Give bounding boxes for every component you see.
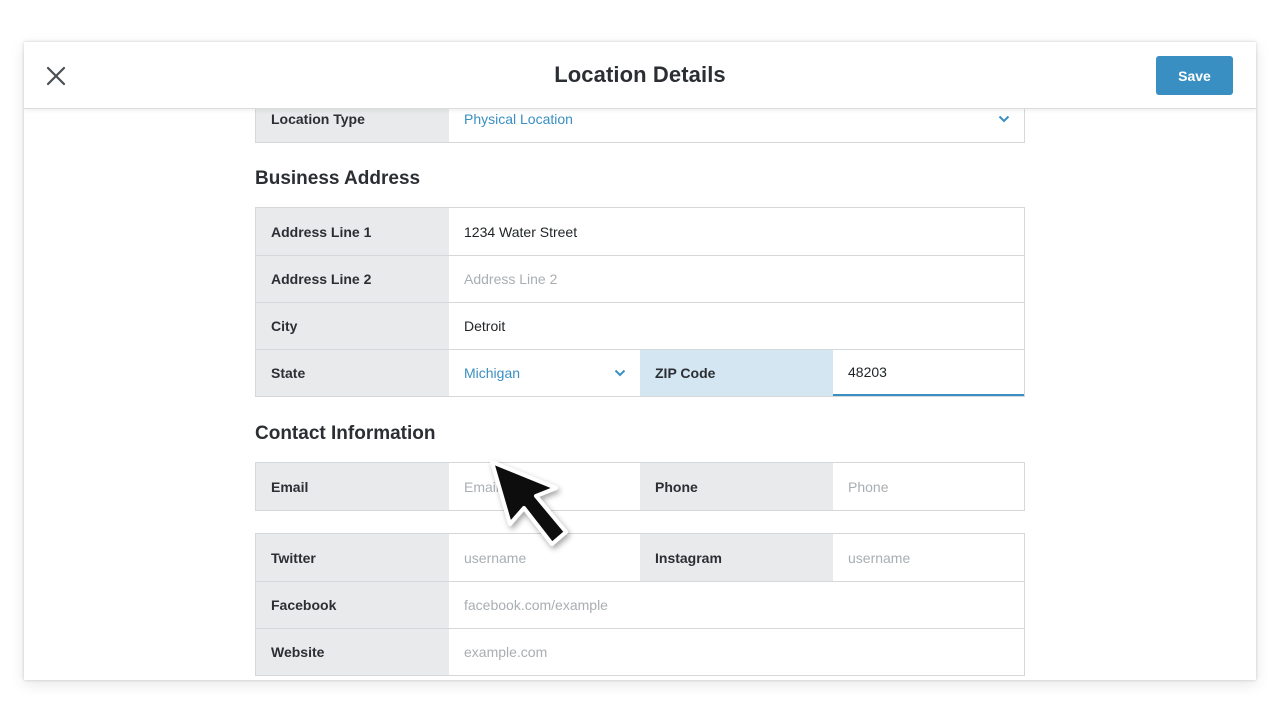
phone-label: Phone — [640, 463, 833, 510]
website-row: Website example.com — [256, 628, 1024, 675]
location-type-value: Physical Location — [464, 110, 573, 127]
website-input[interactable]: example.com — [449, 629, 1024, 675]
address-line1-row: Address Line 1 1234 Water Street — [256, 208, 1024, 255]
email-input[interactable]: Email — [449, 463, 640, 510]
chevron-down-icon — [998, 115, 1010, 122]
business-address-group: Address Line 1 1234 Water Street Address… — [255, 207, 1025, 397]
facebook-row: Facebook facebook.com/example — [256, 581, 1024, 628]
dialog-header: Location Details Save — [24, 42, 1256, 109]
state-value: Michigan — [464, 365, 521, 381]
state-label: State — [256, 350, 449, 396]
city-input[interactable]: Detroit — [449, 303, 1024, 349]
state-zip-row: State Michigan ZIP Code 48203 — [256, 349, 1024, 396]
address-line1-input[interactable]: 1234 Water Street — [449, 208, 1024, 255]
city-row: City Detroit — [256, 302, 1024, 349]
address-line2-label: Address Line 2 — [256, 256, 449, 302]
chevron-down-icon — [614, 369, 626, 377]
instagram-label: Instagram — [640, 534, 833, 581]
zip-label: ZIP Code — [640, 350, 833, 396]
twitter-label: Twitter — [256, 534, 449, 581]
address-line2-row: Address Line 2 Address Line 2 — [256, 255, 1024, 302]
location-details-dialog: Location Type Physical Location Business… — [24, 42, 1256, 680]
email-label: Email — [256, 463, 449, 510]
facebook-input[interactable]: facebook.com/example — [449, 582, 1024, 628]
twitter-instagram-row: Twitter username Instagram username — [256, 534, 1024, 581]
twitter-input[interactable]: username — [449, 534, 640, 581]
contact-information-title: Contact Information — [255, 423, 436, 444]
phone-input[interactable]: Phone — [833, 463, 1024, 510]
instagram-input[interactable]: username — [833, 534, 1024, 581]
contact-group: Email Email Phone Phone — [255, 462, 1025, 511]
save-button[interactable]: Save — [1156, 56, 1233, 95]
website-label: Website — [256, 629, 449, 675]
business-address-title: Business Address — [255, 168, 421, 189]
city-label: City — [256, 303, 449, 349]
zip-input[interactable]: 48203 — [833, 350, 1024, 396]
dialog-body: Location Type Physical Location Business… — [24, 42, 1256, 680]
page-title: Location Details — [554, 62, 726, 87]
state-select[interactable]: Michigan — [449, 350, 640, 396]
address-line2-input[interactable]: Address Line 2 — [449, 256, 1024, 302]
social-group: Twitter username Instagram username Face… — [255, 533, 1025, 676]
facebook-label: Facebook — [256, 582, 449, 628]
address-line1-label: Address Line 1 — [256, 208, 449, 255]
email-phone-row: Email Email Phone Phone — [256, 463, 1024, 510]
